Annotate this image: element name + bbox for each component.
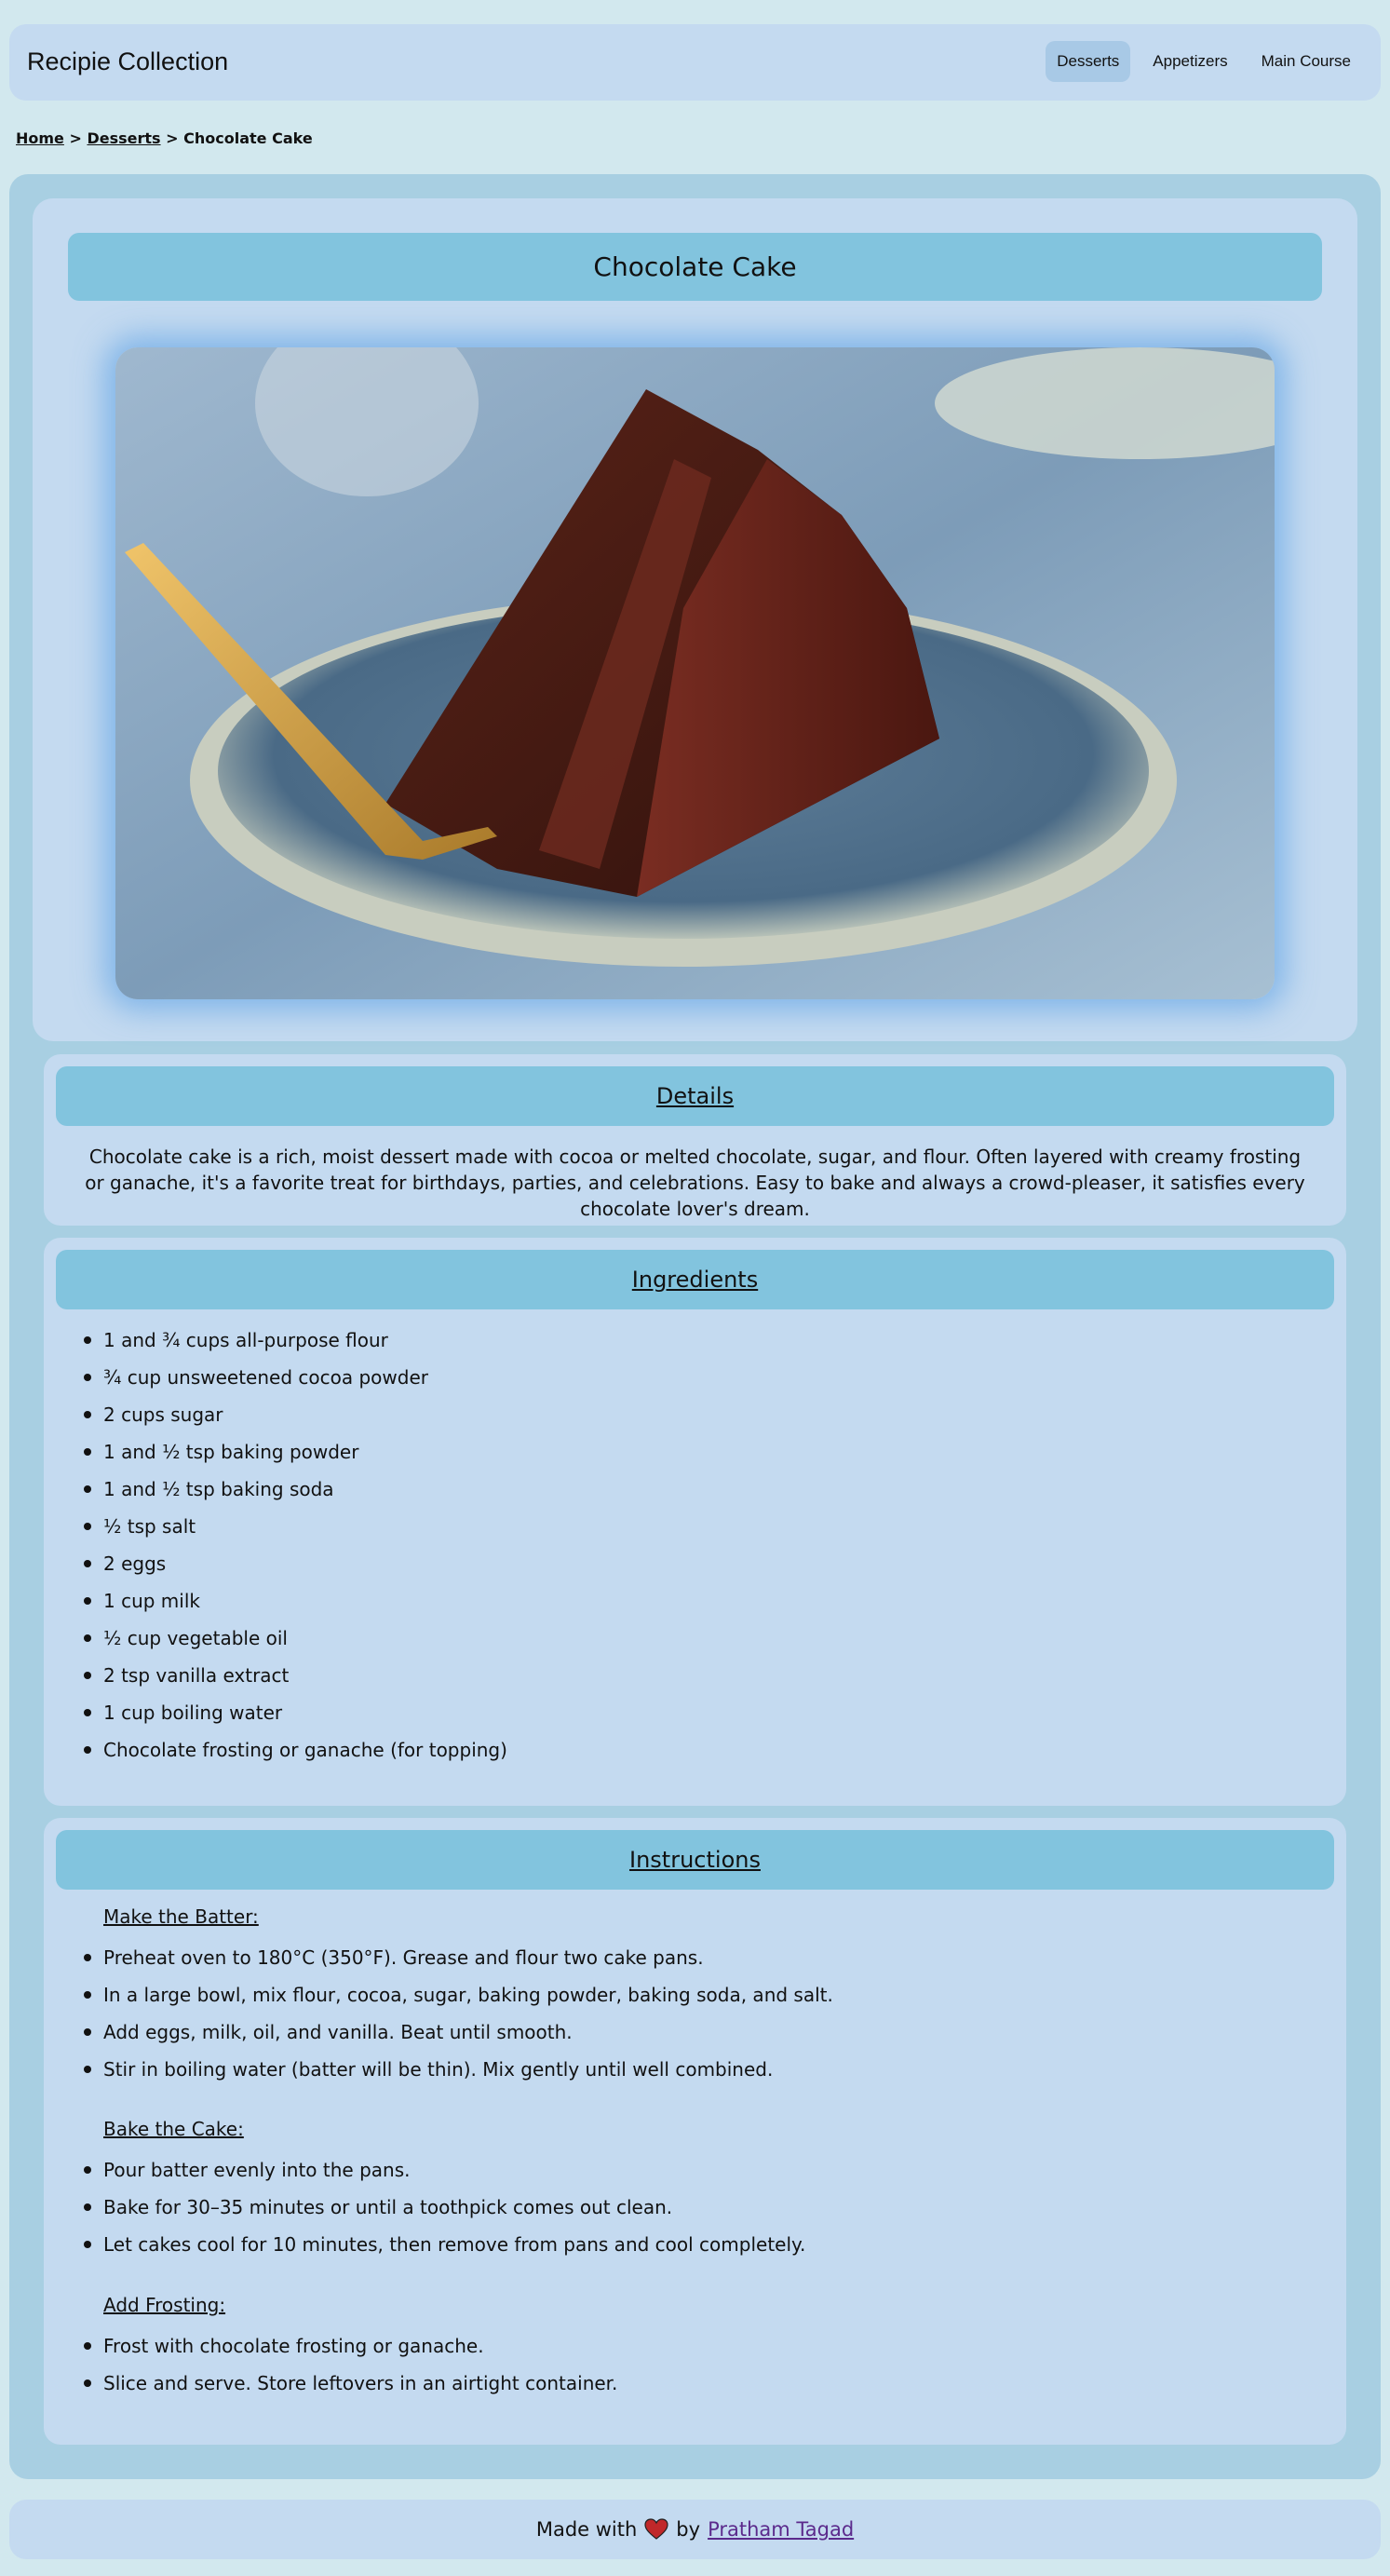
list-item: Preheat oven to 180°C (350°F). Grease an…	[84, 1939, 833, 1976]
ingredients-heading: Ingredients	[56, 1250, 1334, 1309]
list-item: Frost with chocolate frosting or ganache…	[83, 2327, 617, 2365]
list-item: 2 tsp vanilla extract	[84, 1657, 507, 1694]
list-item: Chocolate frosting or ganache (for toppi…	[84, 1731, 507, 1769]
list-item: 1 cup boiling water	[84, 1694, 507, 1731]
footer-by: by	[676, 2518, 701, 2541]
recipe-hero: Chocolate Cake	[33, 198, 1357, 1041]
list-item: Let cakes cool for 10 minutes, then remo…	[83, 2226, 805, 2263]
details-section: Details Chocolate cake is a rich, moist …	[44, 1054, 1346, 1226]
list-item: In a large bowl, mix flour, cocoa, sugar…	[84, 1976, 833, 2013]
step-group-title: Add Frosting:	[103, 2294, 226, 2316]
list-item: 1 and ½ tsp baking powder	[84, 1433, 507, 1471]
details-text: Chocolate cake is a rich, moist dessert …	[85, 1146, 1305, 1220]
footer-made-with: Made with	[535, 2518, 638, 2541]
list-item: 2 cups sugar	[84, 1396, 507, 1433]
author-link[interactable]: Pratham Tagad	[708, 2518, 854, 2541]
list-item: Bake for 30–35 minutes or until a toothp…	[83, 2189, 805, 2226]
breadcrumb-home[interactable]: Home	[16, 129, 64, 147]
instructions-heading: Instructions	[56, 1830, 1334, 1890]
breadcrumb-separator: >	[166, 129, 179, 147]
breadcrumb-separator: >	[69, 129, 82, 147]
list-item: ½ tsp salt	[84, 1508, 507, 1545]
list-item: 1 and ¾ cups all-purpose flour	[84, 1322, 507, 1359]
step-list: Pour batter evenly into the pans. Bake f…	[83, 2151, 805, 2263]
breadcrumb-current: Chocolate Cake	[183, 129, 313, 147]
nav-desserts[interactable]: Desserts	[1046, 41, 1131, 82]
heart-icon	[644, 2518, 668, 2541]
list-item: 1 cup milk	[84, 1582, 507, 1620]
nav-appetizers[interactable]: Appetizers	[1141, 41, 1238, 82]
step-list: Frost with chocolate frosting or ganache…	[83, 2327, 617, 2402]
breadcrumb-desserts[interactable]: Desserts	[87, 129, 160, 147]
main-nav: Desserts Appetizers Main Course	[1046, 41, 1362, 82]
recipe-title: Chocolate Cake	[68, 233, 1322, 301]
step-group-title: Make the Batter:	[103, 1905, 259, 1928]
list-item: 2 eggs	[84, 1545, 507, 1582]
list-item: Add eggs, milk, oil, and vanilla. Beat u…	[84, 2013, 833, 2051]
ingredients-section: Ingredients 1 and ¾ cups all-purpose flo…	[44, 1238, 1346, 1806]
list-item: ½ cup vegetable oil	[84, 1620, 507, 1657]
step-list: Preheat oven to 180°C (350°F). Grease an…	[84, 1939, 833, 2088]
list-item: ¾ cup unsweetened cocoa powder	[84, 1359, 507, 1396]
details-heading: Details	[56, 1066, 1334, 1126]
list-item: Stir in boiling water (batter will be th…	[84, 2051, 833, 2088]
nav-main-course[interactable]: Main Course	[1250, 41, 1362, 82]
list-item: Slice and serve. Store leftovers in an a…	[83, 2365, 617, 2402]
list-item: 1 and ½ tsp baking soda	[84, 1471, 507, 1508]
step-group-title: Bake the Cake:	[103, 2118, 244, 2140]
site-header: Recipie Collection Desserts Appetizers M…	[9, 24, 1381, 101]
ingredients-list: 1 and ¾ cups all-purpose flour ¾ cup uns…	[84, 1322, 507, 1769]
chocolate-cake-photo	[115, 347, 1275, 999]
list-item: Pour batter evenly into the pans.	[83, 2151, 805, 2189]
site-title: Recipie Collection	[27, 47, 229, 75]
site-footer: Made with by Pratham Tagad	[9, 2500, 1381, 2559]
instructions-section: Instructions Make the Batter: Preheat ov…	[44, 1818, 1346, 2445]
breadcrumb: Home > Desserts > Chocolate Cake	[16, 129, 313, 147]
